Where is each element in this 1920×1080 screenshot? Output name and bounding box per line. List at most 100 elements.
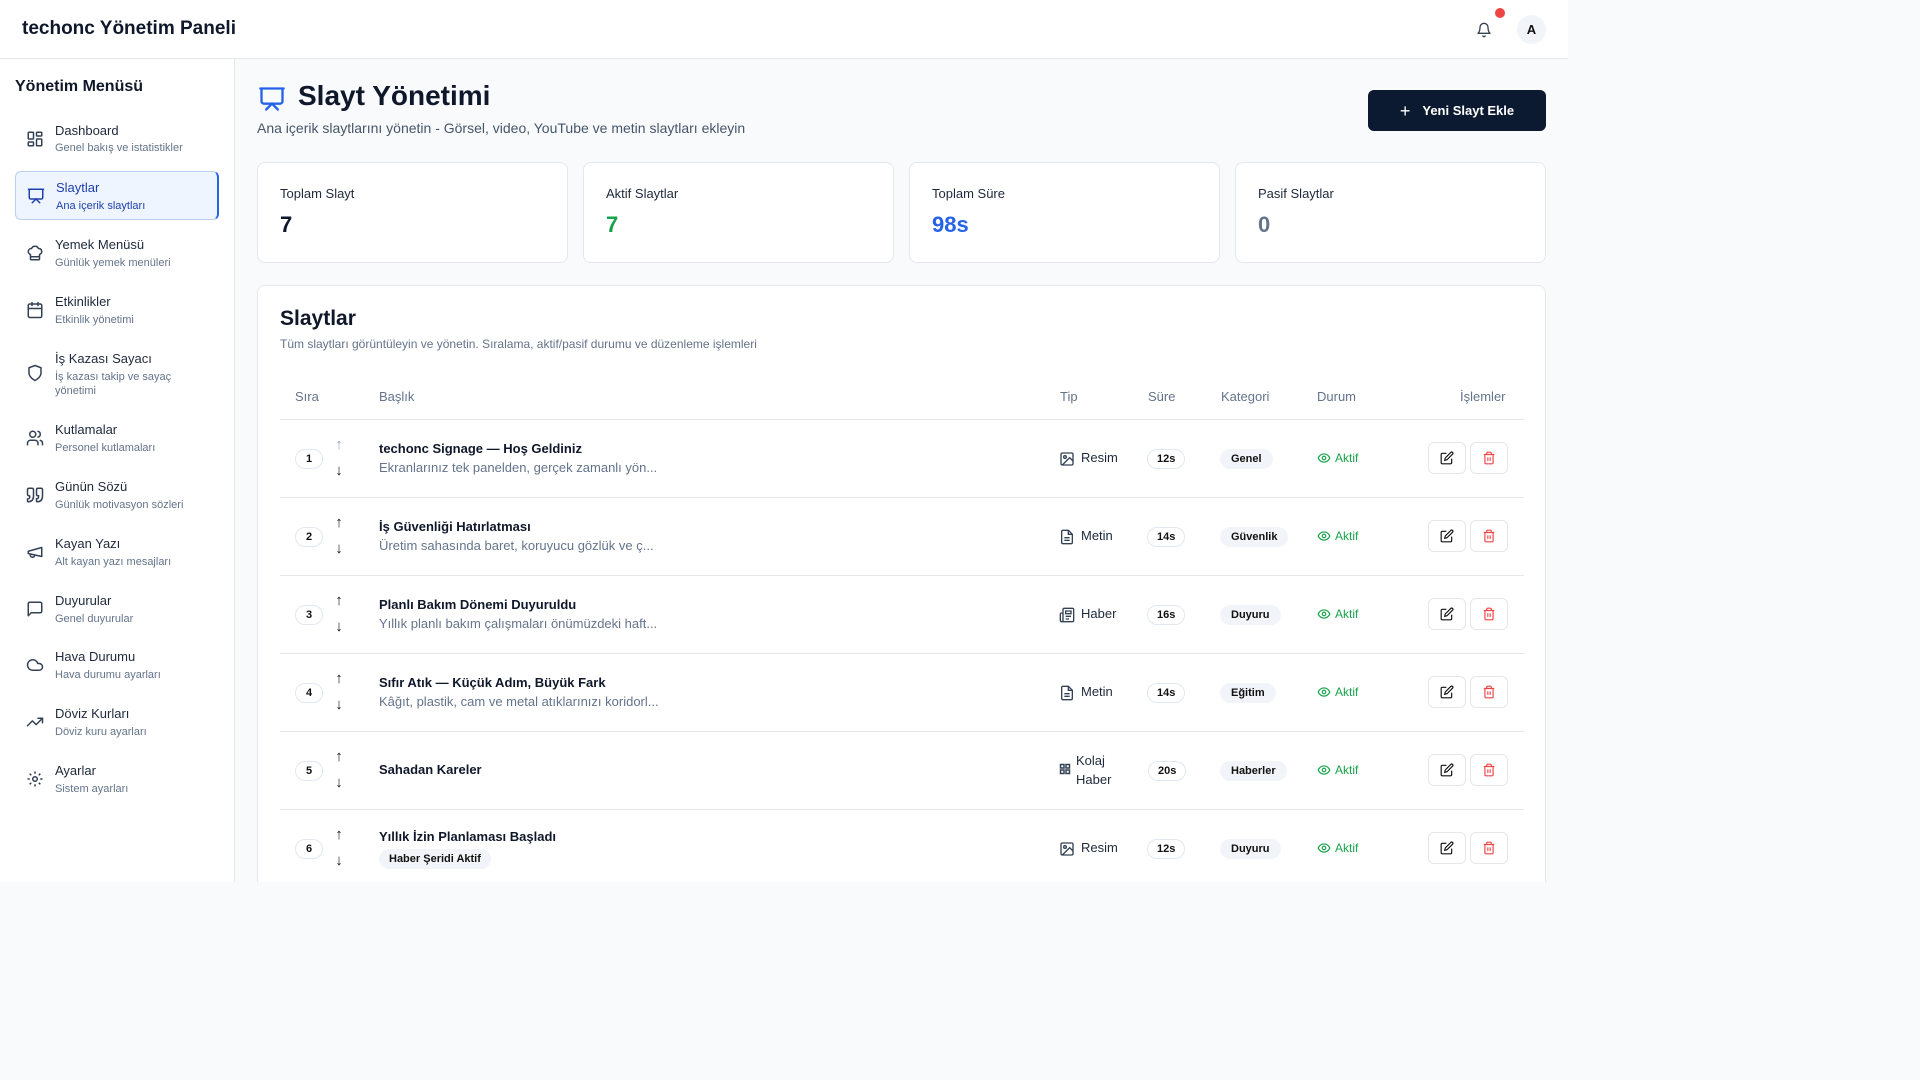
trash-icon — [1483, 841, 1495, 855]
move-up-icon[interactable]: ↑ — [332, 515, 346, 531]
sidebar-item-doviz-kurlari[interactable]: Döviz Kurları Döviz kuru ayarları — [15, 700, 219, 744]
stat-label: Aktif Slaytlar — [606, 186, 679, 201]
sidebar-item-gunun-sozu[interactable]: Günün Sözü Günlük motivasyon sözleri — [15, 473, 219, 517]
presentation-icon — [258, 85, 286, 113]
edit-button[interactable] — [1428, 832, 1466, 864]
move-down-icon[interactable]: ↓ — [332, 853, 346, 869]
move-down-icon[interactable]: ↓ — [332, 541, 346, 557]
order-badge: 1 — [295, 449, 323, 469]
sidebar-item-slaytlar[interactable]: Slaytlar Ana içerik slaytları — [15, 171, 219, 220]
status-badge[interactable]: Aktif — [1317, 763, 1358, 777]
trash-icon — [1483, 763, 1495, 777]
edit-button[interactable] — [1428, 442, 1466, 474]
column-header-title: Başlık — [379, 389, 415, 404]
table-row: 2 ↑ ↓ İş Güvenliği Hatırlatması Üretim s… — [280, 498, 1524, 576]
sidebar-item-hava-durumu[interactable]: Hava Durumu Hava durumu ayarları — [15, 643, 219, 687]
status-badge[interactable]: Aktif — [1317, 685, 1358, 699]
main-content: Slayt Yönetimi Ana içerik slaytlarını yö… — [236, 59, 1568, 882]
avatar[interactable]: A — [1517, 15, 1546, 44]
sidebar-title: Yönetim Menüsü — [15, 78, 144, 95]
move-down-icon[interactable]: ↓ — [332, 463, 346, 479]
move-up-icon[interactable]: ↑ — [332, 593, 346, 609]
status-badge[interactable]: Aktif — [1317, 529, 1358, 543]
sidebar-item-duyurular[interactable]: Duyurular Genel duyurular — [15, 587, 219, 631]
dashboard-icon — [25, 129, 45, 149]
move-up-icon[interactable]: ↑ — [332, 827, 346, 843]
order-badge: 4 — [295, 683, 323, 703]
sidebar-item-etkinlikler[interactable]: Etkinlikler Etkinlik yönetimi — [15, 288, 219, 332]
panel-title: Slaytlar — [280, 307, 356, 330]
edit-button[interactable] — [1428, 754, 1466, 786]
slide-description: Yıllık planlı bakım çalışmaları önümüzde… — [379, 616, 658, 631]
sidebar-item-sub: Genel duyurular — [55, 613, 134, 625]
newspaper-icon — [1059, 607, 1075, 623]
edit-button[interactable] — [1428, 676, 1466, 708]
delete-button[interactable] — [1470, 832, 1508, 864]
image-icon — [1060, 452, 1074, 466]
delete-button[interactable] — [1470, 520, 1508, 552]
bell-icon[interactable] — [1473, 19, 1495, 41]
category-badge: Duyuru — [1220, 605, 1281, 625]
slide-title: İş Güvenliği Hatırlatması — [379, 519, 531, 534]
table-row: 3 ↑ ↓ Planlı Bakım Dönemi Duyuruldu Yıll… — [280, 576, 1524, 654]
edit-button[interactable] — [1428, 598, 1466, 630]
move-down-icon[interactable]: ↓ — [332, 619, 346, 635]
stat-value: 0 — [1258, 212, 1271, 237]
slide-type: Metin — [1081, 684, 1113, 699]
calendar-icon — [25, 300, 45, 320]
sidebar-item-label: Duyurular — [55, 593, 112, 608]
move-down-icon[interactable]: ↓ — [332, 775, 346, 791]
chef-hat-icon — [25, 243, 45, 263]
slide-title: Sıfır Atık — Küçük Adım, Büyük Fark — [379, 675, 606, 690]
eye-icon — [1317, 843, 1331, 853]
sidebar-item-label: Kutlamalar — [55, 422, 118, 437]
add-slide-button[interactable]: + Yeni Slayt Ekle — [1368, 90, 1546, 131]
slide-title: techonc Signage — Hoş Geldiniz — [379, 441, 582, 456]
delete-button[interactable] — [1470, 676, 1508, 708]
slides-panel: Slaytlar Tüm slaytları görüntüleyin ve y… — [257, 285, 1546, 882]
edit-icon — [1440, 451, 1454, 465]
edit-button[interactable] — [1428, 520, 1466, 552]
stat-card-active: Aktif Slaytlar 7 — [583, 162, 894, 263]
sidebar: Yönetim Menüsü Dashboard Genel bakış ve … — [0, 59, 235, 882]
slide-title: Sahadan Kareler — [379, 762, 482, 777]
table-row: 1 ↑ ↓ techonc Signage — Hoş Geldiniz Ekr… — [280, 420, 1524, 498]
sidebar-item-sub: Ana içerik slaytları — [56, 200, 146, 212]
move-up-icon[interactable]: ↑ — [332, 671, 346, 687]
message-icon — [25, 599, 45, 619]
sidebar-item-kutlamalar[interactable]: Kutlamalar Personel kutlamaları — [15, 416, 219, 460]
sidebar-item-sub: Alt kayan yazı mesajları — [55, 556, 172, 568]
move-up-icon[interactable]: ↑ — [332, 749, 346, 765]
file-text-icon — [1061, 685, 1073, 701]
sidebar-item-sub: Sistem ayarları — [55, 783, 129, 795]
sidebar-item-yemek-menusu[interactable]: Yemek Menüsü Günlük yemek menüleri — [15, 231, 219, 275]
sidebar-item-kayan-yazi[interactable]: Kayan Yazı Alt kayan yazı mesajları — [15, 530, 219, 574]
sidebar-item-dashboard[interactable]: Dashboard Genel bakış ve istatistikler — [15, 117, 219, 161]
move-down-icon[interactable]: ↓ — [332, 697, 346, 713]
users-icon — [25, 428, 45, 448]
status-badge[interactable]: Aktif — [1317, 607, 1358, 621]
status-badge[interactable]: Aktif — [1317, 841, 1358, 855]
add-slide-label: Yeni Slayt Ekle — [1422, 103, 1515, 118]
stat-card-passive: Pasif Slaytlar 0 — [1235, 162, 1546, 263]
status-badge[interactable]: Aktif — [1317, 451, 1358, 465]
column-header-actions: İşlemler — [1460, 389, 1506, 404]
eye-icon — [1317, 531, 1331, 541]
column-header-type: Tip — [1060, 389, 1078, 404]
sidebar-item-is-kazasi-sayaci[interactable]: İş Kazası Sayacı İş kazası takip ve saya… — [15, 345, 219, 401]
edit-icon — [1440, 529, 1454, 543]
sidebar-item-sub: Personel kutlamaları — [55, 442, 156, 454]
sidebar-item-ayarlar[interactable]: Ayarlar Sistem ayarları — [15, 757, 219, 801]
delete-button[interactable] — [1470, 598, 1508, 630]
category-badge: Duyuru — [1220, 839, 1281, 859]
delete-button[interactable] — [1470, 442, 1508, 474]
stat-card-total: Toplam Slayt 7 — [257, 162, 568, 263]
column-header-duration: Süre — [1148, 389, 1176, 404]
stat-label: Pasif Slaytlar — [1258, 186, 1334, 201]
file-text-icon — [1061, 529, 1073, 545]
order-badge: 3 — [295, 605, 323, 625]
status-label: Aktif — [1335, 763, 1359, 777]
slide-title: Yıllık İzin Planlaması Başladı — [379, 829, 557, 844]
delete-button[interactable] — [1470, 754, 1508, 786]
order-badge: 6 — [295, 839, 323, 859]
